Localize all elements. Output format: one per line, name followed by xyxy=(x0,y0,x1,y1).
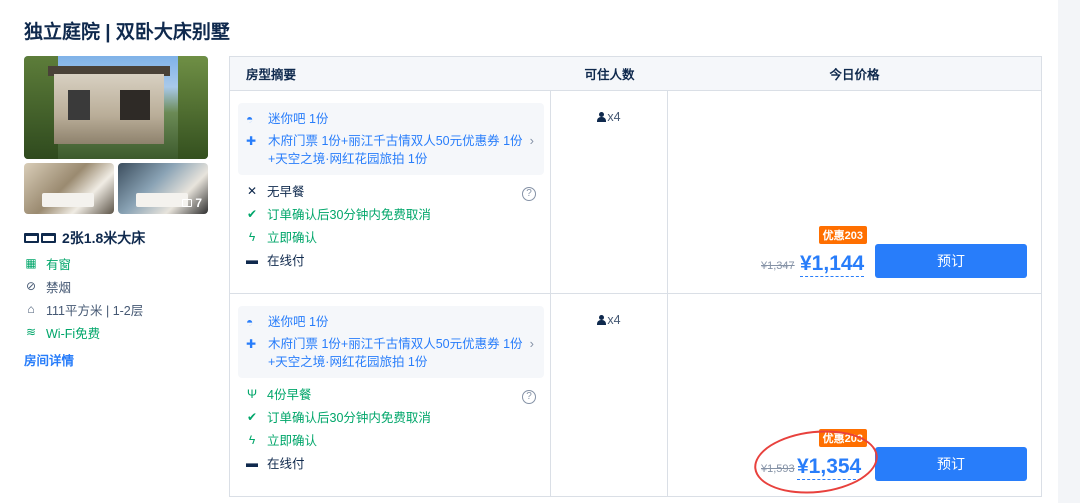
rate-summary: ◓ 迷你吧 1份 ✚ 木府门票 1份+丽江千古情双人50元优惠券 1份+天空之境·网… xyxy=(230,294,551,497)
bed-icon xyxy=(24,233,56,243)
photo-count: 7 xyxy=(182,196,202,210)
gift-icon: ✚ xyxy=(246,134,257,148)
card-icon: ▬ xyxy=(246,455,258,470)
payment-method: ▬ 在线付 xyxy=(246,455,305,472)
attr-area: ⌂ 111平方米 | 1-2层 xyxy=(24,301,208,318)
room-info-panel: 7 2张1.8米大床 ▦ 有窗 ⊘ 禁烟 ⌂ 111平方米 | 1-2层 ≋ W… xyxy=(24,56,208,370)
chevron-right-icon[interactable]: › xyxy=(530,336,534,351)
room-main-photo[interactable] xyxy=(24,56,208,159)
photo-thumbnails: 7 xyxy=(24,163,208,214)
discount-badge: 优惠203 xyxy=(818,226,867,244)
price-cell: 优惠203 ¥1,347 ¥1,144 预订 xyxy=(668,91,1041,293)
cancel-policy: ✔ 订单确认后30分钟内免费取消 xyxy=(246,409,431,426)
rate-table-header: 房型摘要 可住人数 今日价格 xyxy=(230,57,1041,91)
check-circle-icon: ✔ xyxy=(246,206,258,221)
bed-info: 2张1.8米大床 xyxy=(24,228,208,248)
no-smoking-icon: ⊘ xyxy=(25,279,37,293)
header-occupancy: 可住人数 xyxy=(584,68,635,82)
instant-confirm: ϟ 立即确认 xyxy=(238,229,542,246)
room-thumbnail[interactable] xyxy=(24,163,114,214)
room-card: 独立庭院 | 双卧大床别墅 7 2张1.8米大床 ▦ 有窗 ⊘ 禁烟 ⌂ 111… xyxy=(0,0,1058,503)
occupancy-cell: x4 xyxy=(551,91,668,293)
meal-info: Ψ 4份早餐 xyxy=(246,386,312,403)
cancel-policy: ✔ 订单确认后30分钟内免费取消 xyxy=(246,206,431,223)
meal-info: ✕ 无早餐 xyxy=(246,183,305,200)
rate-table: 房型摘要 可住人数 今日价格 ◓ 迷你吧 1份 ✚ 木府门票 1份+丽江千古情双人5… xyxy=(229,56,1042,497)
card-icon: ▬ xyxy=(246,252,258,267)
utensils-icon: Ψ xyxy=(246,386,258,401)
image-icon xyxy=(182,199,193,207)
header-summary: 房型摘要 xyxy=(246,68,297,82)
book-button[interactable]: 预订 xyxy=(875,244,1027,278)
person-icon xyxy=(597,315,607,325)
package-bundle[interactable]: ◓ 迷你吧 1份 ✚ 木府门票 1份+丽江千古情双人50元优惠券 1份+天空之境·网… xyxy=(238,306,544,378)
help-icon[interactable]: ? xyxy=(522,390,536,404)
lightning-icon: ϟ xyxy=(248,432,256,447)
help-icon[interactable]: ? xyxy=(522,187,536,201)
gift-icon: ✚ xyxy=(246,337,257,351)
room-details-link[interactable]: 房间详情 xyxy=(24,350,74,369)
header-price: 今日价格 xyxy=(829,68,880,82)
minibar-icon: ◓ xyxy=(246,315,254,329)
person-icon xyxy=(597,112,607,122)
check-circle-icon: ✔ xyxy=(246,409,258,424)
minibar-icon: ◓ xyxy=(246,112,254,126)
chevron-right-icon[interactable]: › xyxy=(530,133,534,148)
original-price: ¥1,347 xyxy=(761,260,795,272)
payment-method: ▬ 在线付 xyxy=(246,252,305,269)
rate-row: ◓ 迷你吧 1份 ✚ 木府门票 1份+丽江千古情双人50元优惠券 1份+天空之境·网… xyxy=(230,294,1041,497)
attr-no-smoking: ⊘ 禁烟 xyxy=(25,279,72,295)
room-thumbnail[interactable]: 7 xyxy=(118,163,208,214)
attr-window: ▦ 有窗 xyxy=(25,256,72,272)
utensils-icon: ✕ xyxy=(246,183,258,198)
package-bundle[interactable]: ◓ 迷你吧 1份 ✚ 木府门票 1份+丽江千古情双人50元优惠券 1份+天空之境·网… xyxy=(238,103,544,175)
room-title: 独立庭院 | 双卧大床别墅 xyxy=(24,22,230,43)
attr-wifi: ≋ Wi-Fi免费 xyxy=(25,325,101,341)
window-icon: ▦ xyxy=(25,256,37,270)
wifi-icon: ≋ xyxy=(25,325,37,339)
rate-row: ◓ 迷你吧 1份 ✚ 木府门票 1份+丽江千古情双人50元优惠券 1份+天空之境·网… xyxy=(230,91,1041,294)
current-price[interactable]: ¥1,144 xyxy=(800,252,865,277)
instant-confirm: ϟ 立即确认 xyxy=(238,432,542,449)
lightning-icon: ϟ xyxy=(248,229,256,244)
rate-summary: ◓ 迷你吧 1份 ✚ 木府门票 1份+丽江千古情双人50元优惠券 1份+天空之境·网… xyxy=(230,91,551,293)
occupancy-cell: x4 xyxy=(551,294,668,497)
area-icon: ⌂ xyxy=(27,302,35,316)
book-button[interactable]: 预订 xyxy=(875,447,1027,481)
